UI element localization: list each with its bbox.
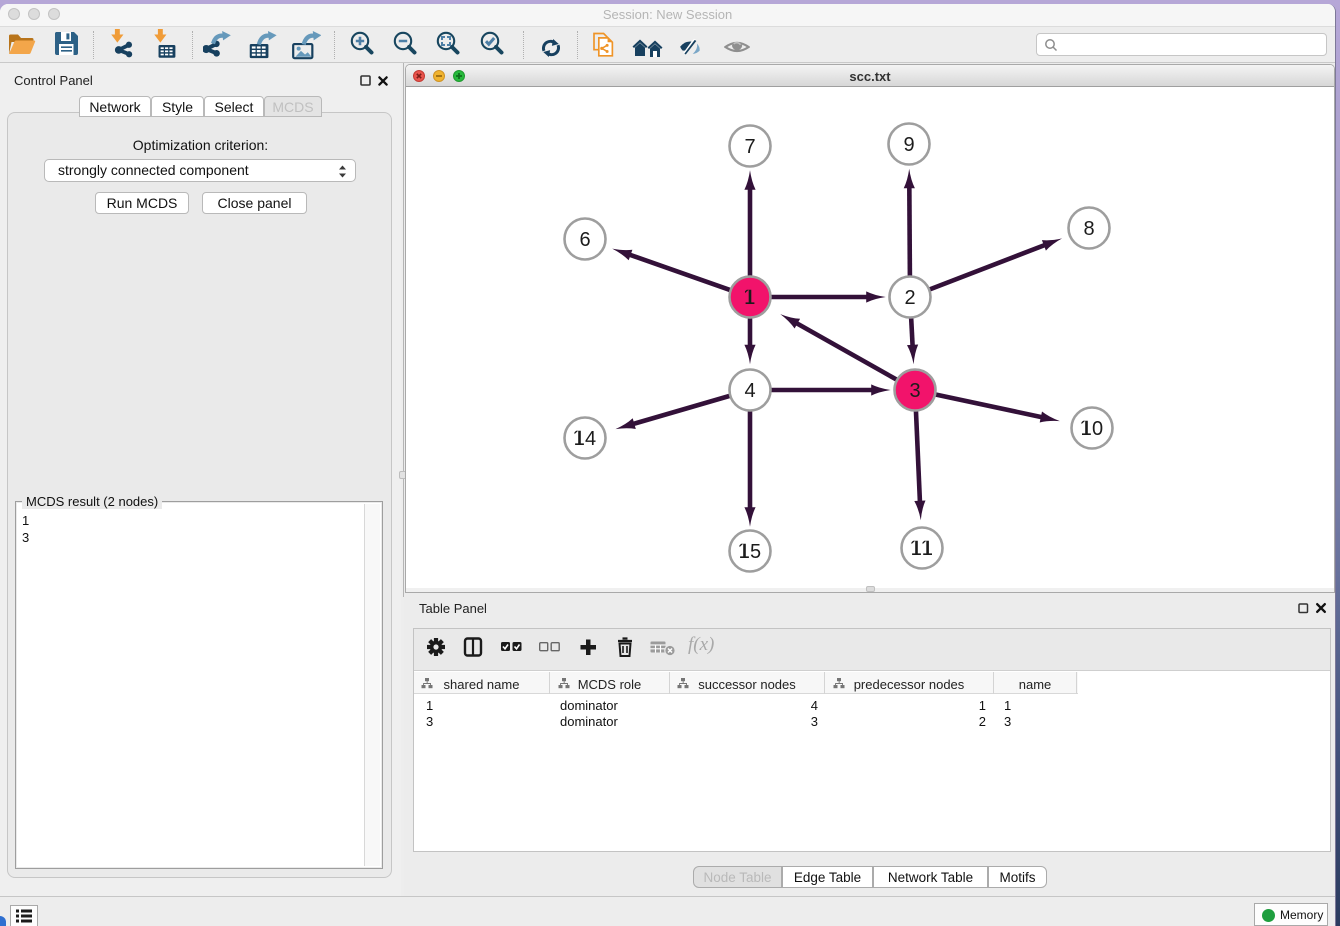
svg-text:7: 7 — [744, 136, 755, 158]
svg-text:0: 0 — [1092, 418, 1103, 440]
svg-text:9: 9 — [903, 134, 914, 156]
svg-text:5: 5 — [750, 541, 761, 563]
svg-text:3: 3 — [909, 380, 920, 402]
svg-text:8: 8 — [1083, 218, 1094, 240]
svg-text:4: 4 — [585, 428, 596, 450]
svg-text:2: 2 — [904, 287, 915, 309]
svg-text:4: 4 — [744, 380, 755, 402]
svg-text:6: 6 — [579, 229, 590, 251]
